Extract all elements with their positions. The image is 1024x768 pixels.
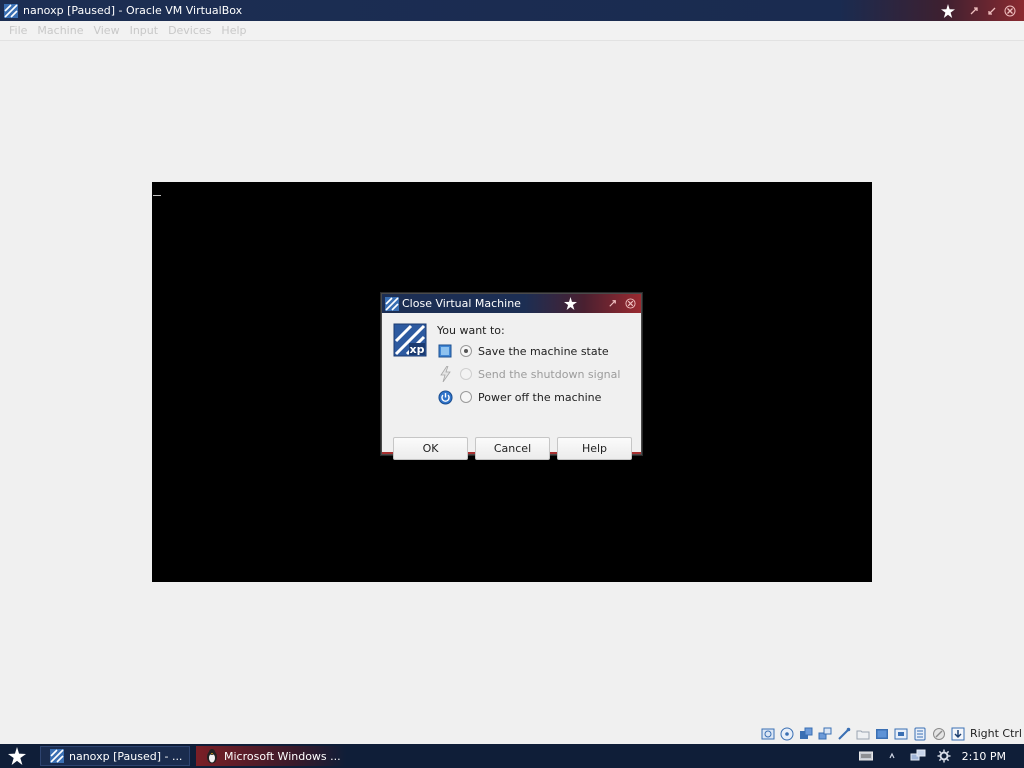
optical-drive-icon[interactable] [779,726,795,742]
dialog-close-button[interactable] [622,296,638,312]
menu-devices[interactable]: Devices [163,24,216,37]
hard-disk-icon[interactable] [760,726,776,742]
minimize-button[interactable] [966,3,982,19]
taskbar-clock[interactable]: 2:10 PM [962,750,1006,763]
menu-bar: File Machine View Input Devices Help [0,21,1024,41]
virtualbox-icon [50,749,64,763]
mouse-integration-icon[interactable] [931,726,947,742]
save-state-icon [437,343,453,359]
option-power-off[interactable]: Power off the machine [437,388,601,406]
shutdown-signal-label: Send the shutdown signal [478,367,621,381]
power-off-label: Power off the machine [478,390,602,404]
cancel-button[interactable]: Cancel [475,437,550,460]
dialog-body: xp You want to: Save the machine state S… [382,313,641,460]
menu-machine[interactable]: Machine [32,24,88,37]
star-icon[interactable] [940,3,956,19]
ok-button[interactable]: OK [393,437,468,460]
tray-expand-icon[interactable] [884,748,900,764]
window-titlebar[interactable]: nanoxp [Paused] - Oracle VM VirtualBox [0,0,1024,21]
vrde-icon[interactable] [912,726,928,742]
taskbar: nanoxp [Paused] - ... Microsoft Windows … [0,744,1024,768]
star-icon [8,747,26,765]
menu-input[interactable]: Input [125,24,163,37]
usb-icon[interactable] [836,726,852,742]
save-state-radio[interactable] [460,345,472,357]
power-off-radio[interactable] [460,391,472,403]
settings-tray-icon[interactable] [936,748,952,764]
audio-icon[interactable] [798,726,814,742]
close-button[interactable] [1002,3,1018,19]
help-button[interactable]: Help [557,437,632,460]
lightning-icon [437,366,453,382]
star-icon[interactable] [562,296,578,312]
option-save-state[interactable]: Save the machine state [437,342,609,360]
virtualbox-icon [4,3,18,18]
text-cursor [153,195,161,196]
menu-file[interactable]: File [4,24,32,37]
taskbar-item-label: nanoxp [Paused] - ... [69,749,183,763]
video-capture-icon[interactable] [893,726,909,742]
virtualbox-icon [385,296,399,311]
taskbar-item-virtualbox[interactable]: nanoxp [Paused] - ... [40,746,190,766]
os-logo-text: xp [410,343,425,356]
penguin-icon [207,749,217,764]
start-button[interactable] [0,744,34,768]
menu-view[interactable]: View [88,24,124,37]
maximize-button[interactable] [984,3,1000,19]
taskbar-item-label: Microsoft Windows ... [224,749,341,763]
window-title: nanoxp [Paused] - Oracle VM VirtualBox [23,4,243,17]
dialog-prompt: You want to: [437,324,505,337]
power-icon [437,389,453,405]
keyboard-icon[interactable] [858,748,874,764]
close-vm-dialog: Close Virtual Machine xp You want to: Sa… [381,293,642,460]
vm-os-logo: xp [393,323,427,357]
vm-status-bar: Right Ctrl [0,723,1024,744]
save-state-label: Save the machine state [478,344,609,358]
arrow-down-icon[interactable] [950,726,966,742]
display-icon[interactable] [874,726,890,742]
host-key-label: Right Ctrl [969,727,1022,740]
network-tray-icon[interactable] [910,748,926,764]
dialog-titlebar[interactable]: Close Virtual Machine [382,294,641,313]
dialog-maximize-button[interactable] [604,296,620,312]
taskbar-item-microsoft-windows[interactable]: Microsoft Windows ... [196,746,346,766]
dialog-title: Close Virtual Machine [402,297,521,310]
network-icon[interactable] [817,726,833,742]
dialog-button-row: OK Cancel Help [393,437,632,460]
option-shutdown-signal: Send the shutdown signal [437,365,620,383]
shared-folders-icon[interactable] [855,726,871,742]
shutdown-signal-radio [460,368,472,380]
menu-help[interactable]: Help [216,24,251,37]
